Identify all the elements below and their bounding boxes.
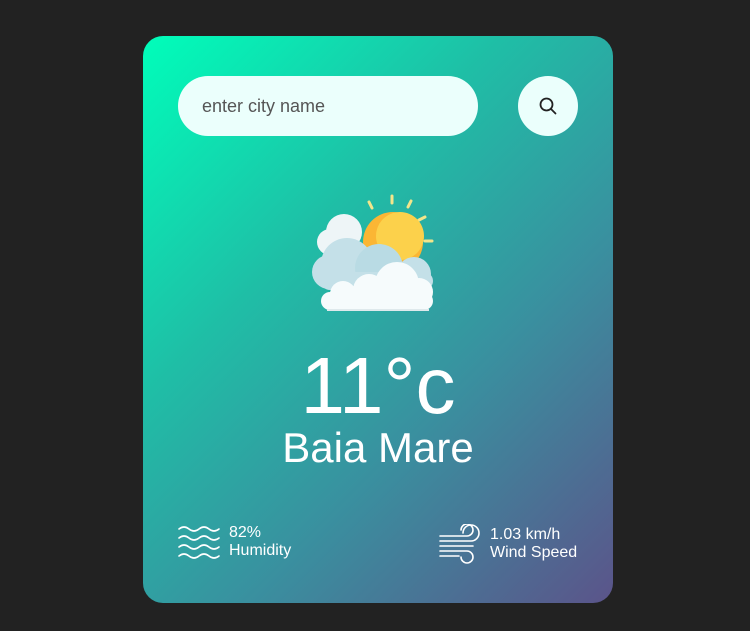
search-icon bbox=[539, 97, 557, 115]
wind-icon bbox=[439, 524, 480, 564]
humidity-waves-icon bbox=[178, 526, 220, 559]
humidity-value: 82% bbox=[229, 524, 262, 541]
wind-speed-label: Wind Speed bbox=[490, 544, 578, 561]
humidity-label: Humidity bbox=[229, 542, 292, 559]
search-button[interactable] bbox=[518, 76, 578, 136]
wind-detail: 1.03 km/h Wind Speed bbox=[439, 524, 577, 564]
humidity-detail: 82% Humidity bbox=[178, 524, 291, 560]
wind-speed-value: 1.03 km/h bbox=[490, 526, 561, 543]
weather-card: 11°c Baia Mare 82% Humidity bbox=[143, 36, 613, 603]
city-name: Baia Mare bbox=[282, 424, 474, 471]
partly-cloudy-sun-icon bbox=[312, 194, 434, 311]
city-search-input[interactable] bbox=[178, 76, 478, 136]
temperature: 11°c bbox=[300, 341, 456, 430]
